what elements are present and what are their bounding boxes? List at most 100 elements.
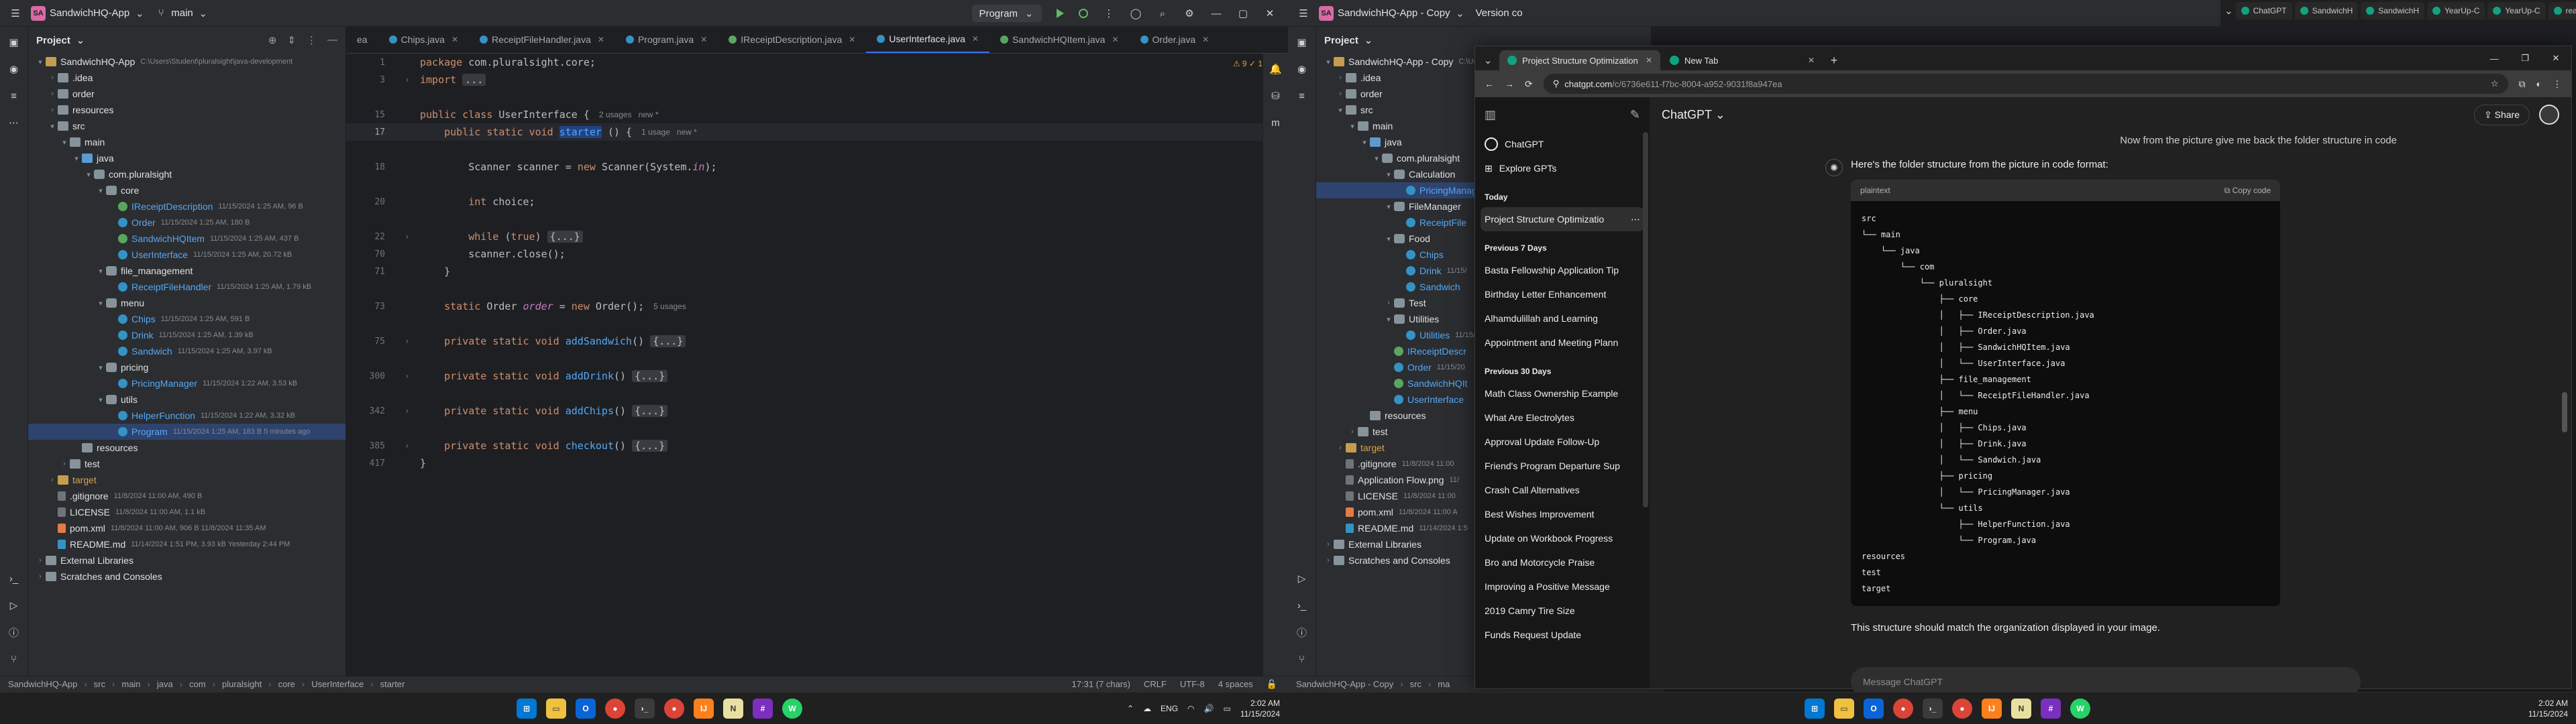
close-icon[interactable]: ✕ bbox=[1808, 56, 1815, 65]
bookmark-star-icon[interactable]: ☆ bbox=[2491, 78, 2499, 89]
breadcrumb-item[interactable]: src bbox=[94, 679, 105, 689]
file-explorer-icon[interactable]: ▭ bbox=[1834, 698, 1854, 719]
git-icon[interactable]: ⑂ bbox=[1296, 653, 1308, 665]
tab-search-icon[interactable]: ⌄ bbox=[1482, 54, 1494, 66]
project-folder-icon[interactable]: ▣ bbox=[1296, 36, 1308, 48]
chat-history-item[interactable]: Appointment and Meeting Plann bbox=[1475, 330, 1650, 355]
battery-icon[interactable]: ▭ bbox=[1223, 704, 1230, 713]
browser-tab[interactable]: readme.so bbox=[2548, 2, 2576, 19]
tree-item[interactable]: pom.xml 11/8/2024 11:00 AM, 906 B 11/8/20… bbox=[28, 520, 345, 536]
chat-history-item[interactable]: Crash Call Alternatives bbox=[1475, 478, 1650, 502]
lock-icon[interactable]: 🔓 bbox=[1267, 679, 1277, 690]
chat-history-item[interactable]: Approval Update Follow-Up bbox=[1475, 430, 1650, 454]
chat-history-item[interactable]: Friend's Program Departure Sup bbox=[1475, 454, 1650, 478]
tree-item[interactable]: ▾ utils bbox=[28, 391, 345, 408]
reload-icon[interactable]: ⟳ bbox=[1525, 78, 1533, 90]
structure-icon[interactable]: ≡ bbox=[1296, 90, 1308, 102]
close-icon[interactable]: ✕ bbox=[700, 35, 707, 44]
hamburger-menu-icon[interactable]: ☰ bbox=[1297, 7, 1309, 19]
editor-tab[interactable]: UserInterface.java ✕ bbox=[866, 27, 989, 53]
restore-icon[interactable]: ❐ bbox=[2510, 46, 2540, 70]
chevron-right-icon[interactable]: › bbox=[59, 460, 70, 468]
breadcrumb-item[interactable]: core bbox=[278, 679, 295, 689]
code-area[interactable]: 1 package com.pluralsight.core; 3 › import … bbox=[346, 54, 1288, 676]
notepad-icon[interactable]: N bbox=[723, 698, 743, 719]
chevron-right-icon[interactable]: › bbox=[35, 572, 46, 581]
tree-item[interactable]: › resources bbox=[28, 102, 345, 118]
tree-item[interactable]: ReceiptFileHandler 11/15/2024 1:25 AM, 1.… bbox=[28, 279, 345, 295]
locate-icon[interactable]: ⊕ bbox=[268, 34, 277, 46]
chevron-up-icon[interactable]: ⌃ bbox=[1127, 704, 1134, 713]
chevron-right-icon[interactable]: › bbox=[1323, 556, 1334, 564]
maximize-icon[interactable]: ▢ bbox=[1237, 7, 1249, 19]
notifications-icon[interactable]: 🔔 bbox=[1269, 63, 1282, 75]
chevron-down-icon[interactable]: ▾ bbox=[1383, 170, 1394, 179]
structure-icon[interactable]: ≡ bbox=[8, 90, 20, 102]
run-config-selector[interactable]: Program ⌄ bbox=[972, 5, 1042, 22]
browser-tab[interactable]: YearUp-C bbox=[2487, 2, 2546, 19]
chevron-right-icon[interactable]: › bbox=[47, 74, 58, 82]
tree-item[interactable]: › test bbox=[28, 456, 345, 472]
project-switcher[interactable]: SA SandwichHQ-App - Copy ⌄ bbox=[1319, 5, 1466, 21]
chat-history-item[interactable]: What Are Electrolytes bbox=[1475, 406, 1650, 430]
method-fold[interactable]: {...} bbox=[632, 440, 668, 452]
import-fold[interactable]: ... bbox=[462, 74, 486, 86]
method-fold[interactable]: {...} bbox=[632, 370, 668, 382]
whatsapp-icon[interactable]: W bbox=[782, 698, 802, 719]
sidebar-scrollbar[interactable] bbox=[1643, 132, 1648, 507]
sidebar-item[interactable]: ⊞ Explore GPTs bbox=[1475, 156, 1650, 180]
close-icon[interactable]: ✕ bbox=[1646, 56, 1652, 65]
start-icon[interactable]: ⊞ bbox=[517, 698, 537, 719]
maven-icon[interactable]: m bbox=[1270, 117, 1282, 129]
chevron-down-icon[interactable]: ▾ bbox=[1383, 235, 1394, 243]
tree-item[interactable]: SandwichHQItem 11/15/2024 1:25 AM, 437 B bbox=[28, 231, 345, 247]
hide-icon[interactable]: — bbox=[327, 34, 337, 46]
terminal-app-icon[interactable]: ›_ bbox=[1923, 698, 1943, 719]
editor-tab[interactable]: ea bbox=[346, 27, 378, 53]
chat-history-item[interactable]: Funds Request Update bbox=[1475, 623, 1650, 647]
tree-item[interactable]: › Scratches and Consoles bbox=[28, 568, 345, 585]
status-line-ending[interactable]: CRLF bbox=[1144, 679, 1167, 690]
chrome-profile-icon[interactable]: ● bbox=[1952, 698, 1972, 719]
tree-item[interactable]: ▾ menu bbox=[28, 295, 345, 311]
breadcrumb-item[interactable]: SandwichHQ-App bbox=[8, 679, 77, 689]
chevron-right-icon[interactable]: › bbox=[1383, 299, 1394, 307]
slack-icon[interactable]: # bbox=[753, 698, 773, 719]
chevron-down-icon[interactable]: ▾ bbox=[95, 396, 106, 404]
hamburger-menu-icon[interactable]: ☰ bbox=[9, 7, 21, 19]
minimize-icon[interactable]: — bbox=[1210, 7, 1222, 19]
method-fold[interactable]: {...} bbox=[632, 405, 668, 417]
chrome-icon[interactable]: ● bbox=[605, 698, 625, 719]
close-icon[interactable]: ✕ bbox=[849, 35, 855, 44]
chevron-right-icon[interactable]: › bbox=[47, 106, 58, 114]
browser-tab[interactable]: YearUp-C bbox=[2427, 2, 2485, 19]
editor-tab[interactable]: IReceiptDescription.java ✕ bbox=[718, 27, 866, 53]
new-chat-icon[interactable]: ✎ bbox=[1630, 108, 1640, 122]
chat-history-item[interactable]: Birthday Letter Enhancement bbox=[1475, 282, 1650, 306]
chevron-right-icon[interactable]: › bbox=[47, 90, 58, 98]
project-switcher[interactable]: SA SandwichHQ-App ⌄ bbox=[31, 5, 146, 21]
close-icon[interactable]: ✕ bbox=[1112, 35, 1118, 44]
tab-search-icon[interactable]: ⌄ bbox=[2224, 5, 2233, 17]
breadcrumb-item[interactable]: starter bbox=[380, 679, 405, 689]
breadcrumb-item[interactable]: SandwichHQ-App - Copy bbox=[1296, 679, 1393, 689]
chevron-right-icon[interactable]: › bbox=[47, 476, 58, 484]
more-options-icon[interactable]: ⋯ bbox=[1631, 214, 1640, 225]
chevron-right-icon[interactable]: › bbox=[1347, 428, 1358, 436]
browser-tab[interactable]: Project Structure Optimization ✕ bbox=[1499, 50, 1660, 70]
editor-tab[interactable]: Chips.java ✕ bbox=[378, 27, 469, 53]
terminal-app-icon[interactable]: ›_ bbox=[635, 698, 655, 719]
outlook-icon[interactable]: O bbox=[576, 698, 596, 719]
url-bar[interactable]: ⚲ chatgpt.com/c/6736e611-f7bc-8004-a952-… bbox=[1543, 74, 2508, 94]
chat-scrollbar[interactable] bbox=[2562, 392, 2567, 432]
more-icon[interactable]: ⋮ bbox=[1103, 7, 1115, 19]
minimize-icon[interactable]: — bbox=[2479, 46, 2510, 70]
tree-item[interactable]: › .idea bbox=[28, 70, 345, 86]
chevron-down-icon[interactable]: ▾ bbox=[95, 267, 106, 276]
chrome-icon[interactable]: ● bbox=[1893, 698, 1913, 719]
model-selector[interactable]: ChatGPT ⌄ bbox=[1662, 108, 1725, 122]
chevron-down-icon[interactable]: ▾ bbox=[1383, 202, 1394, 211]
sidebar-toggle-icon[interactable]: ▥ bbox=[1485, 108, 1496, 122]
project-panel-header[interactable]: Project ⌄ ⊕ ⇕ ⋮ — bbox=[28, 27, 345, 54]
search-icon[interactable]: ⌕ bbox=[1157, 7, 1169, 19]
